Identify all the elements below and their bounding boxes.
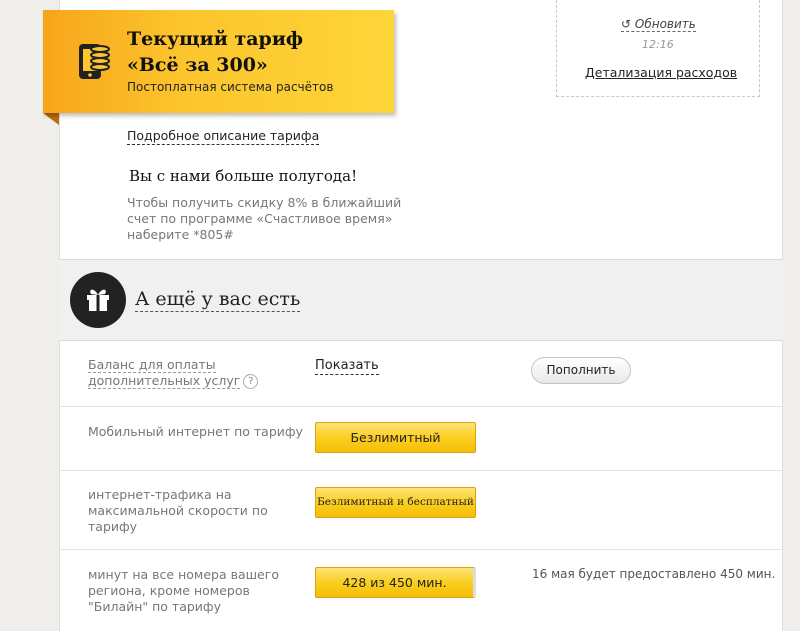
- gift-icon: [70, 272, 126, 328]
- traffic-value: Безлимитный и бесплатный: [315, 487, 476, 518]
- row-divider: [59, 406, 783, 407]
- row-divider: [59, 470, 783, 471]
- loyalty-title: Вы с нами больше полугода!: [129, 167, 358, 185]
- row-label-balance: Баланс для оплаты дополнительных услуг?: [88, 357, 268, 389]
- show-balance-link[interactable]: Показать: [315, 358, 379, 375]
- refresh-time: 12:16: [642, 38, 674, 51]
- minutes-note: 16 мая будет предоставлено 450 мин.: [532, 567, 776, 581]
- refresh-label: Обновить: [634, 17, 696, 31]
- top-up-button[interactable]: Пополнить: [531, 357, 631, 384]
- refresh-button[interactable]: ↺ Обновить: [621, 17, 696, 32]
- help-icon[interactable]: ?: [243, 374, 259, 389]
- row-divider: [59, 549, 783, 550]
- tariff-subtitle: Постоплатная система расчётов: [127, 80, 334, 94]
- extras-title[interactable]: А ещё у вас есть: [135, 287, 301, 312]
- banner-fold: [43, 113, 59, 125]
- tariff-banner: Текущий тариф «Всё за 300» Постоплатная …: [43, 10, 394, 113]
- row-label-traffic: интернет-трафика на максимальной скорост…: [88, 487, 268, 534]
- refresh-icon: ↺: [621, 17, 632, 31]
- loyalty-text: Чтобы получить скидку 8% в ближайший сче…: [127, 195, 402, 242]
- tariff-description-link[interactable]: Подробное описание тарифа: [127, 128, 320, 145]
- tariff-name: «Всё за 300»: [127, 54, 268, 76]
- tariff-title: Текущий тариф «Всё за 300»: [127, 26, 303, 78]
- row-label-minutes: минут на все номера вашего региона, кром…: [88, 567, 279, 614]
- minutes-value: 428 из 450 мин.: [315, 567, 476, 598]
- row-label-mobile-internet: Мобильный интернет по тарифу: [88, 424, 303, 439]
- tariff-title-line1: Текущий тариф: [127, 28, 304, 50]
- phone-coins-icon: [78, 41, 114, 81]
- mobile-internet-value: Безлимитный: [315, 422, 476, 453]
- expense-details-link[interactable]: Детализация расходов: [585, 65, 737, 80]
- balance-label-text: Баланс для оплаты дополнительных услуг: [88, 357, 241, 389]
